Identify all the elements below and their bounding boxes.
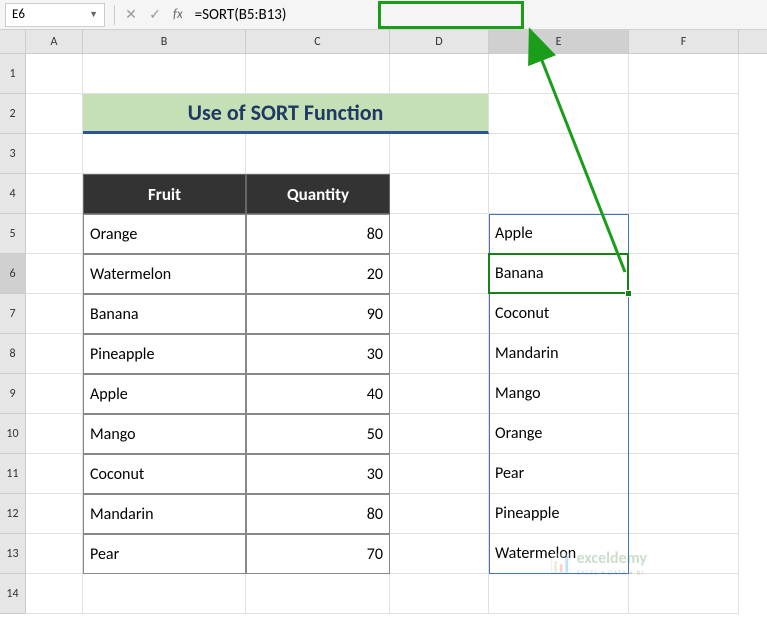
table-cell[interactable]: Mandarin (83, 494, 246, 534)
name-box-value: E6 (12, 7, 25, 22)
row-header[interactable]: 11 (0, 454, 25, 494)
table-cell[interactable]: Mango (83, 414, 246, 454)
col-header[interactable]: D (390, 30, 489, 53)
chart-icon: 📊 (550, 552, 572, 574)
table-cell[interactable]: 80 (246, 214, 390, 254)
table-cell[interactable]: 50 (246, 414, 390, 454)
row-header[interactable]: 2 (0, 94, 25, 134)
divider (114, 5, 115, 25)
sorted-cell[interactable]: Pear (489, 454, 629, 494)
table-cell[interactable]: Pear (83, 534, 246, 574)
spreadsheet-grid: 1 2 3 4 5 6 7 8 9 10 11 12 13 14 A B C D… (0, 30, 767, 614)
cancel-icon[interactable]: ✕ (119, 3, 143, 27)
row-header[interactable]: 14 (0, 574, 25, 614)
name-box[interactable]: E6 ▼ (5, 3, 105, 27)
fill-handle[interactable] (625, 290, 632, 297)
table-cell[interactable]: Pineapple (83, 334, 246, 374)
row-headers: 1 2 3 4 5 6 7 8 9 10 11 12 13 14 (0, 30, 26, 614)
table-cell[interactable]: 30 (246, 454, 390, 494)
table-cell[interactable]: 90 (246, 294, 390, 334)
row-header[interactable]: 8 (0, 334, 25, 374)
table-cell[interactable]: 30 (246, 334, 390, 374)
row-header[interactable]: 5 (0, 214, 25, 254)
col-header[interactable]: A (26, 30, 83, 53)
grid-main: A B C D E F Use of SORT Function Fruit Q… (26, 30, 767, 614)
table-cell[interactable]: Apple (83, 374, 246, 414)
formula-input[interactable] (189, 3, 767, 27)
table-cell[interactable]: 70 (246, 534, 390, 574)
table-cell[interactable]: 20 (246, 254, 390, 294)
col-header[interactable]: E (489, 30, 629, 53)
checkmark-icon[interactable]: ✓ (143, 3, 167, 27)
col-header[interactable]: C (246, 30, 390, 53)
table-cell[interactable]: Orange (83, 214, 246, 254)
chevron-down-icon[interactable]: ▼ (89, 9, 98, 20)
watermark-tagline: EXCEL • DATA • BI (577, 568, 647, 577)
table-cell[interactable]: 40 (246, 374, 390, 414)
table-cell[interactable]: Coconut (83, 454, 246, 494)
sorted-cell[interactable]: Mango (489, 374, 629, 414)
sorted-cell[interactable]: Banana (489, 254, 629, 294)
row-header[interactable]: 13 (0, 534, 25, 574)
row-header[interactable]: 9 (0, 374, 25, 414)
select-all-corner[interactable] (0, 30, 25, 54)
grid-cells[interactable]: Use of SORT Function Fruit Quantity Oran… (26, 54, 767, 614)
row-header[interactable]: 1 (0, 54, 25, 94)
row-header[interactable]: 10 (0, 414, 25, 454)
col-header[interactable]: B (83, 30, 246, 53)
table-cell[interactable]: 80 (246, 494, 390, 534)
sorted-cell[interactable]: Apple (489, 214, 629, 254)
sorted-cell[interactable]: Mandarin (489, 334, 629, 374)
watermark: 📊 exceldemy EXCEL • DATA • BI (550, 549, 647, 577)
table-cell[interactable]: Banana (83, 294, 246, 334)
table-cell[interactable]: Watermelon (83, 254, 246, 294)
sorted-cell[interactable]: Orange (489, 414, 629, 454)
formula-bar: E6 ▼ ✕ ✓ fx (0, 0, 767, 30)
table-header-quantity[interactable]: Quantity (246, 174, 390, 214)
col-header[interactable]: F (629, 30, 739, 53)
watermark-brand: exceldemy (577, 549, 647, 568)
fx-icon[interactable]: fx (173, 7, 183, 22)
sorted-cell[interactable]: Pineapple (489, 494, 629, 534)
sorted-cell[interactable]: Coconut (489, 294, 629, 334)
table-header-fruit[interactable]: Fruit (83, 174, 246, 214)
column-headers: A B C D E F (26, 30, 767, 54)
row-header[interactable]: 12 (0, 494, 25, 534)
row-header[interactable]: 3 (0, 134, 25, 174)
row-header[interactable]: 4 (0, 174, 25, 214)
row-header[interactable]: 7 (0, 294, 25, 334)
row-header[interactable]: 6 (0, 254, 25, 294)
title-cell[interactable]: Use of SORT Function (83, 94, 489, 134)
